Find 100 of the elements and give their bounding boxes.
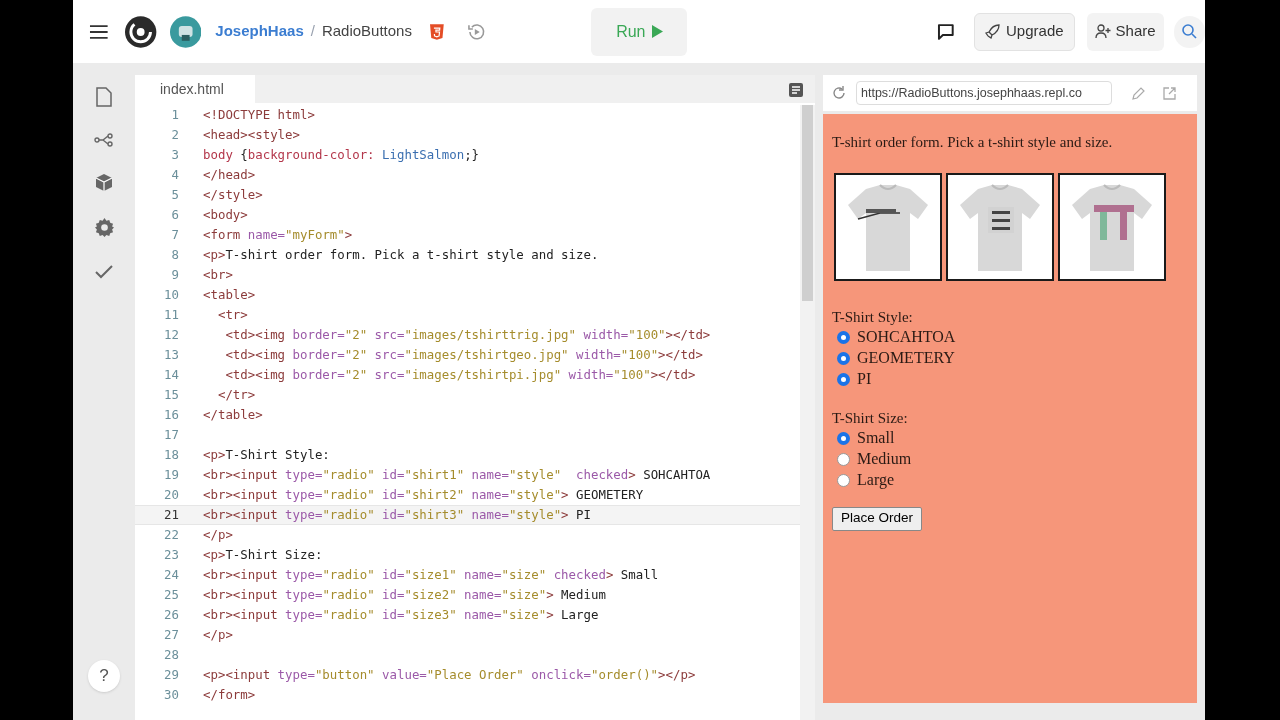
code-line: <br><input type="radio" id="size2" name="size"> Medium — [203, 585, 606, 604]
code-line: </head> — [203, 165, 256, 184]
line-number: 30 — [163, 685, 179, 704]
code-line: <br><input type="radio" id="shirt3" name="style"> PI — [203, 505, 591, 524]
line-number: 4 — [170, 165, 179, 184]
line-number: 21 — [163, 505, 179, 524]
code-line: <form name="myForm"> — [203, 225, 353, 244]
url-field[interactable]: https://RadioButtons.josephhaas.repl.co — [856, 81, 1112, 105]
line-number: 26 — [163, 605, 179, 624]
intro-text: T-shirt order form. Pick a t-shirt style and size. — [832, 133, 1114, 152]
radio-label: Medium — [857, 449, 912, 469]
project-name: RadioButtons — [321, 21, 412, 42]
line-number: 12 — [163, 325, 179, 344]
radio-button[interactable] — [837, 351, 850, 365]
code-line: <head><style> — [203, 125, 300, 144]
line-number: 24 — [163, 565, 179, 584]
radio-label: Large — [857, 470, 894, 491]
line-number: 11 — [163, 305, 179, 324]
scrollbar[interactable] — [800, 105, 815, 720]
line-number: 29 — [163, 665, 179, 684]
html5-icon — [429, 23, 444, 40]
line-number: 7 — [170, 225, 179, 244]
spiral-logo-icon[interactable] — [123, 14, 157, 49]
line-number: 27 — [163, 625, 179, 644]
code-line: <td><img border="2" src="images/tshirttrig.jpg" width="100"></td> — [224, 325, 711, 344]
upgrade-button[interactable]: Upgrade — [974, 12, 1075, 51]
document-icon[interactable] — [789, 83, 803, 97]
file-icon[interactable] — [96, 87, 112, 107]
pencil-icon[interactable] — [1132, 86, 1145, 100]
radio-label: GEOMETERY — [857, 348, 955, 368]
line-number: 2 — [170, 125, 179, 144]
line-number: 18 — [163, 445, 179, 464]
rocket-icon — [985, 24, 1001, 39]
external-link-icon[interactable] — [1163, 86, 1176, 100]
search-button[interactable] — [1173, 15, 1205, 48]
group-label: T-Shirt Size: — [832, 408, 909, 428]
share-button[interactable]: Share — [1086, 12, 1164, 51]
line-number: 15 — [163, 385, 179, 404]
code-line: <br><input type="radio" id="size3" name="size"> Large — [203, 605, 599, 624]
code-line: <p><input type="button" value="Place Order" onclick="order()"></p> — [203, 665, 696, 684]
settings-icon[interactable] — [94, 218, 114, 237]
radio-label: PI — [857, 369, 872, 389]
code-line: </table> — [203, 405, 263, 424]
code-line: </p> — [203, 525, 233, 544]
line-number: 1 — [170, 105, 179, 124]
code-line: body {background-color: LightSalmon;} — [203, 145, 480, 164]
radio-label: Small — [857, 428, 895, 448]
line-number: 3 — [170, 145, 179, 164]
line-number: 9 — [170, 265, 179, 284]
code-line: <p>T-shirt order form. Pick a t-shirt style and size. — [203, 245, 599, 264]
code-line: </form> — [203, 685, 256, 704]
refresh-icon[interactable] — [832, 86, 846, 100]
code-line: <body> — [203, 205, 248, 224]
avatar-icon[interactable] — [169, 15, 202, 48]
code-line: <br><input type="radio" id="shirt2" name="style"> GEOMETERY — [203, 485, 644, 504]
code-line: <table> — [203, 285, 256, 304]
radio-button[interactable] — [837, 452, 850, 466]
chat-icon[interactable] — [937, 23, 956, 40]
line-number: 23 — [163, 545, 179, 564]
code-line: <br> — [203, 265, 233, 284]
line-number: 16 — [163, 405, 179, 424]
line-number: 13 — [163, 345, 179, 364]
search-icon — [1181, 24, 1197, 39]
check-icon[interactable] — [95, 265, 113, 279]
line-number: 28 — [163, 645, 179, 664]
line-number: 8 — [170, 245, 179, 264]
line-number: 14 — [163, 365, 179, 384]
code-line: </tr> — [216, 385, 256, 404]
code-line: </style> — [203, 185, 263, 204]
line-number: 17 — [163, 425, 179, 444]
code-line: <td><img border="2" src="images/tshirtpi.jpg" width="100"></td> — [224, 365, 696, 384]
code-line: <p>T-Shirt Style: — [203, 445, 330, 464]
play-icon — [651, 25, 663, 38]
code-line: <!DOCTYPE html> — [203, 105, 315, 124]
add-person-icon — [1094, 24, 1111, 39]
code-line: <p>T-Shirt Size: — [203, 545, 323, 564]
radio-label: SOHCAHTOA — [857, 327, 956, 347]
radio-button[interactable] — [837, 473, 850, 487]
help-button[interactable]: ? — [88, 660, 120, 692]
line-number: 22 — [163, 525, 179, 544]
radio-button[interactable] — [837, 372, 850, 386]
cube-icon[interactable] — [95, 173, 113, 192]
code-line: <td><img border="2" src="images/tshirtgeo.jpg" width="100"></td> — [224, 345, 703, 364]
line-number: 6 — [170, 205, 179, 224]
share-nodes-icon[interactable] — [94, 133, 114, 147]
user-link[interactable]: JosephHaas — [215, 20, 304, 43]
file-tab[interactable]: index.html — [135, 75, 255, 103]
line-number: 20 — [163, 485, 179, 504]
radio-button[interactable] — [837, 330, 850, 344]
line-number: 25 — [163, 585, 179, 604]
code-line: <br><input type="radio" id="size1" name="size" checked> Small — [203, 565, 659, 584]
path-separator: / — [310, 21, 315, 42]
radio-button[interactable] — [837, 431, 850, 445]
code-line: <tr> — [216, 305, 248, 324]
code-line: </p> — [203, 625, 233, 644]
line-number: 10 — [163, 285, 179, 304]
menu-icon[interactable] — [89, 23, 109, 40]
place-order-button[interactable]: Place Order — [832, 506, 923, 531]
code-line: <br><input type="radio" id="shirt1" name="style" checked> SOHCAHTOA — [203, 465, 711, 484]
group-label: T-Shirt Style: — [832, 307, 914, 327]
